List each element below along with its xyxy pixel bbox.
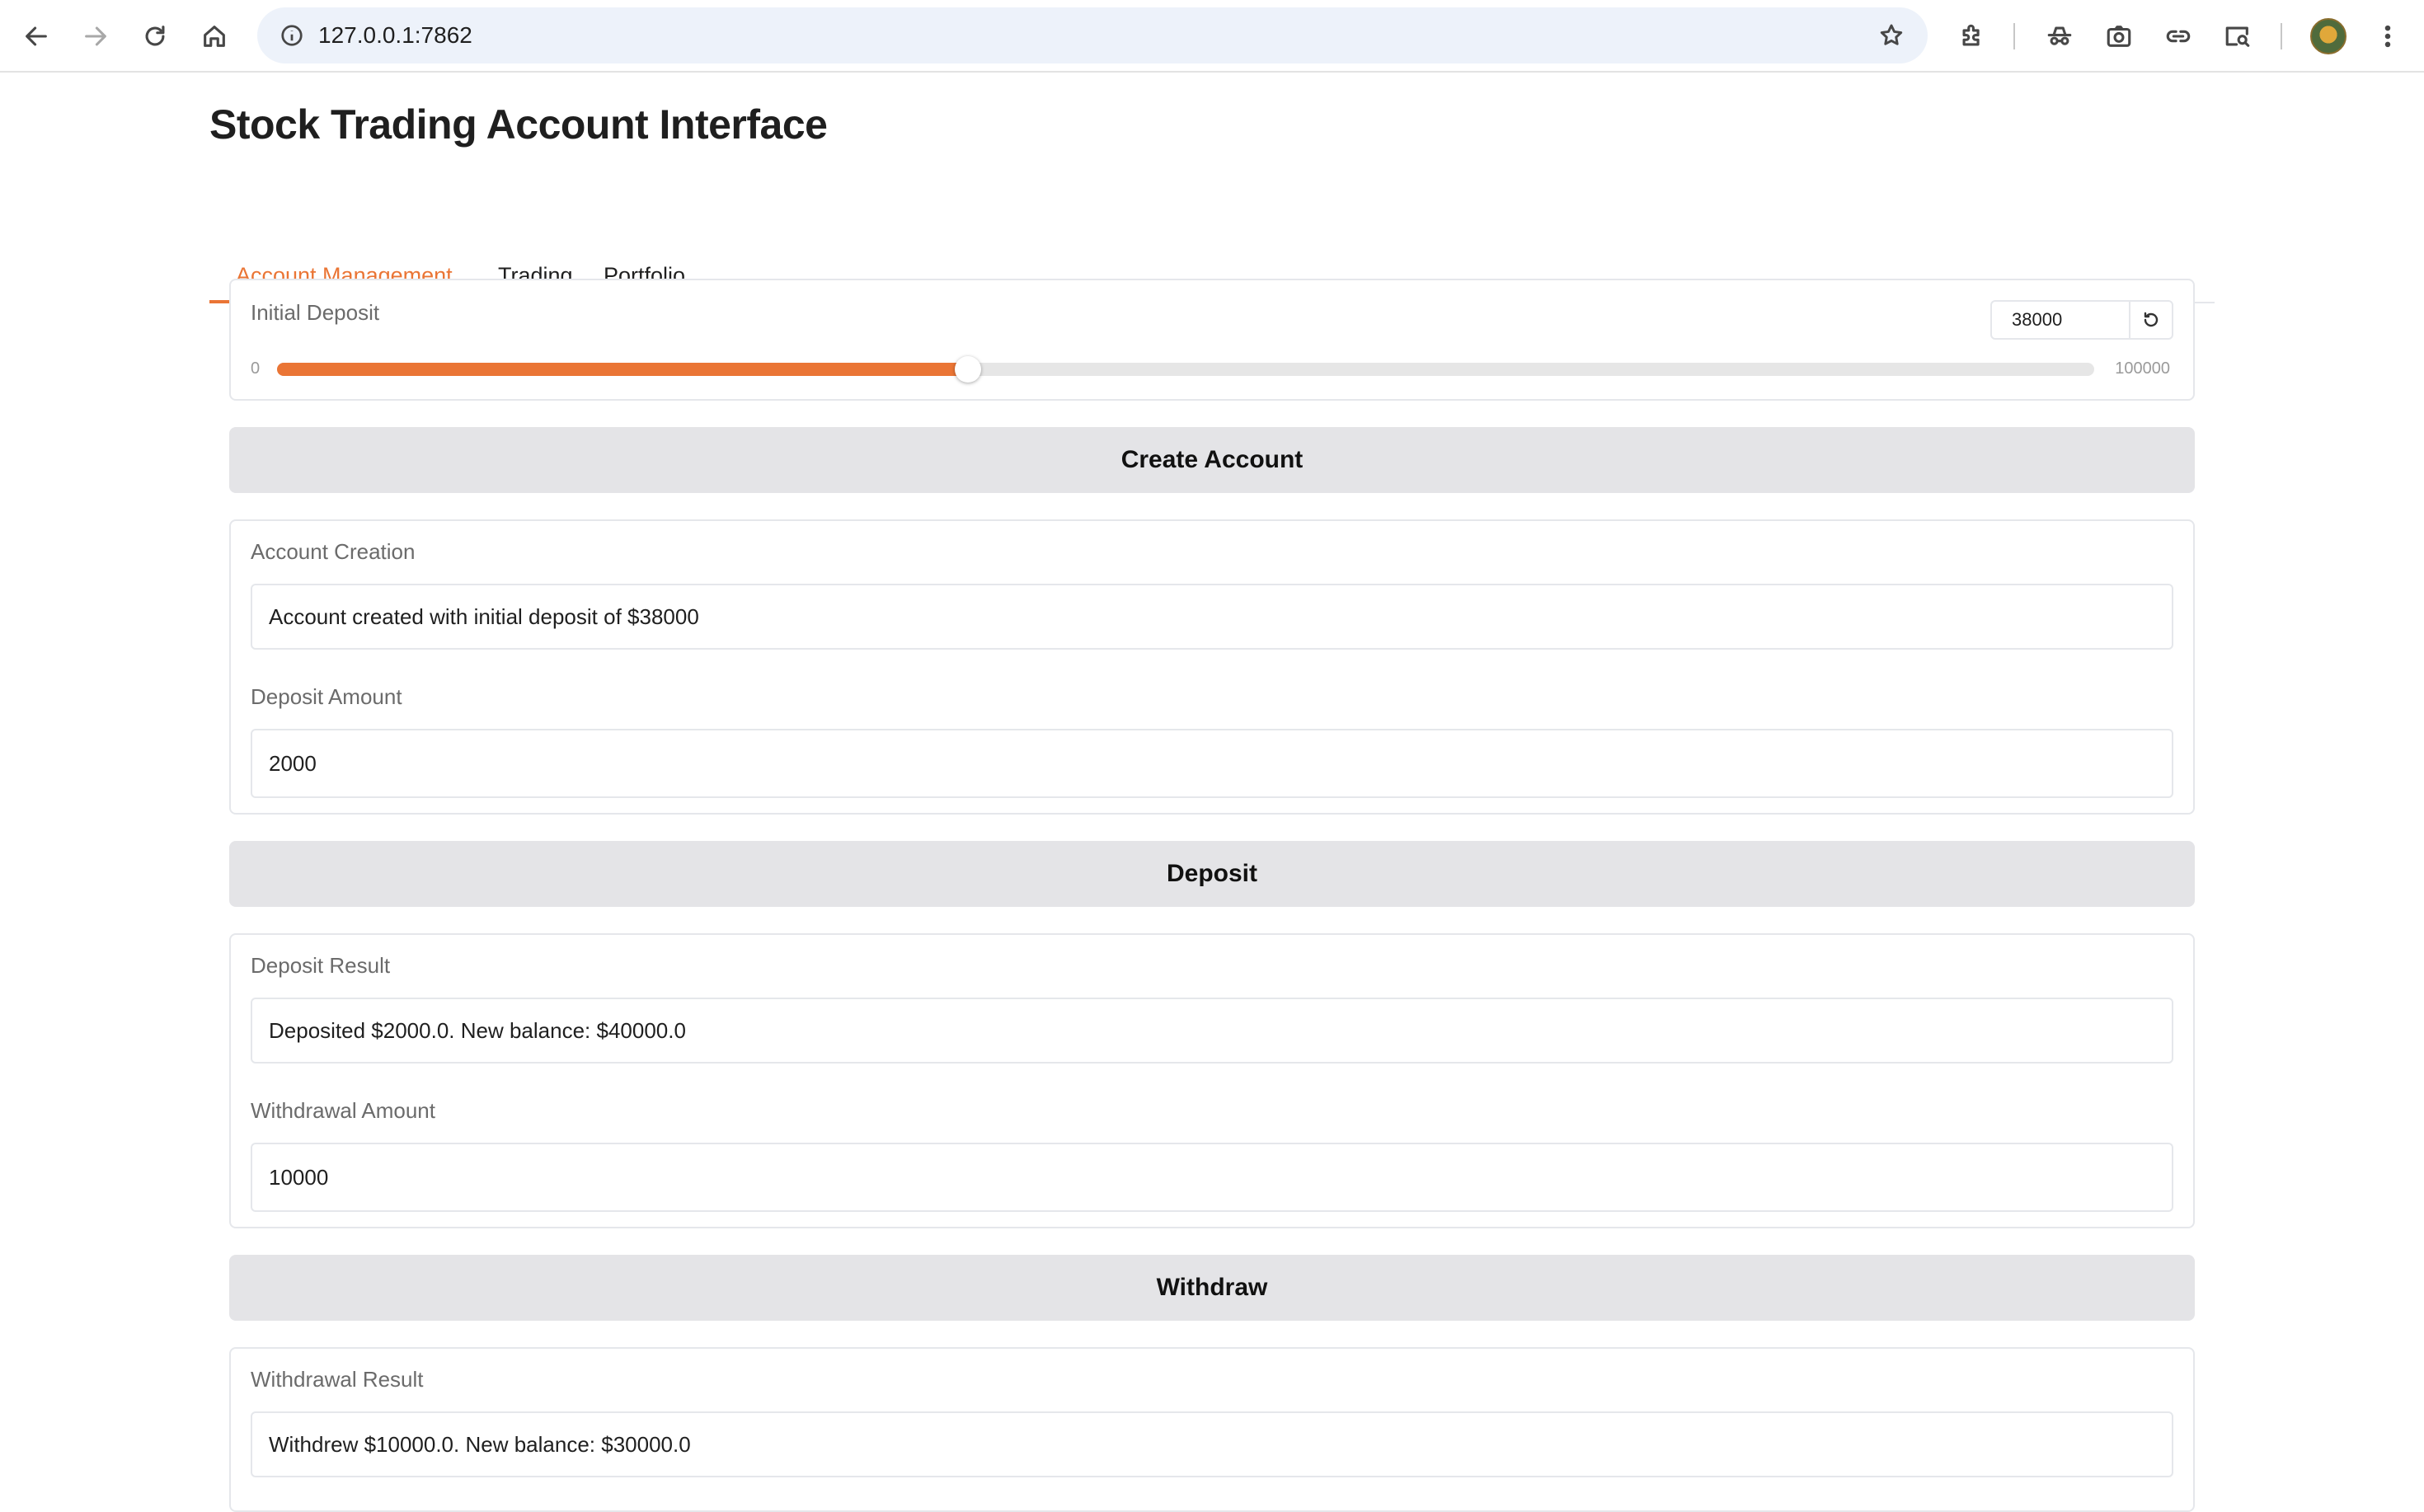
address-bar[interactable]: 127.0.0.1:7862: [257, 7, 1928, 63]
menu-icon[interactable]: [2368, 16, 2408, 56]
link-icon[interactable]: [2159, 16, 2198, 56]
deposit-result-label: Deposit Result: [251, 953, 391, 978]
account-creation-block: Account Creation Account created with in…: [229, 519, 2195, 815]
account-creation-output: Account created with initial deposit of …: [251, 584, 2173, 650]
initial-deposit-number-input[interactable]: 38000: [1990, 300, 2173, 340]
toolbar-separator: [2013, 23, 2015, 49]
back-icon[interactable]: [16, 16, 56, 56]
deposit-result-output: Deposited $2000.0. New balance: $40000.0: [251, 998, 2173, 1064]
withdrawal-result-label: Withdrawal Result: [251, 1367, 424, 1392]
withdrawal-result-output: Withdrew $10000.0. New balance: $30000.0: [251, 1411, 2173, 1477]
slider-fill: [277, 363, 968, 376]
home-icon[interactable]: [195, 16, 234, 56]
reload-icon[interactable]: [135, 16, 175, 56]
screenshot-icon[interactable]: [2099, 16, 2139, 56]
deposit-amount-input[interactable]: 2000: [251, 729, 2173, 798]
deposit-amount-label: Deposit Amount: [251, 684, 402, 709]
slider-min-label: 0: [251, 359, 261, 378]
slider-max-label: 100000: [2115, 359, 2170, 378]
profile-avatar[interactable]: [2310, 18, 2346, 54]
create-account-button[interactable]: Create Account: [229, 427, 2195, 493]
deposit-result-block: Deposit Result Deposited $2000.0. New ba…: [229, 933, 2195, 1228]
page-title: Stock Trading Account Interface: [209, 101, 828, 148]
account-creation-label: Account Creation: [251, 539, 416, 564]
initial-deposit-block: Initial Deposit 38000 0 100000: [229, 279, 2195, 401]
extensions-icon[interactable]: [1952, 16, 1992, 56]
site-info-icon[interactable]: [272, 16, 312, 55]
incognito-icon[interactable]: [2040, 16, 2079, 56]
reset-icon[interactable]: [2129, 302, 2172, 338]
bookmark-star-icon[interactable]: [1872, 16, 1911, 55]
forward-icon[interactable]: [76, 16, 115, 56]
withdraw-button[interactable]: Withdraw: [229, 1255, 2195, 1321]
browser-toolbar: 127.0.0.1:7862: [0, 0, 2424, 73]
withdrawal-result-block: Withdrawal Result Withdrew $10000.0. New…: [229, 1347, 2195, 1512]
withdrawal-amount-label: Withdrawal Amount: [251, 1098, 435, 1123]
toolbar-separator: [2281, 23, 2282, 49]
slider-thumb[interactable]: [954, 356, 981, 383]
withdrawal-amount-input[interactable]: 10000: [251, 1143, 2173, 1212]
url-text[interactable]: 127.0.0.1:7862: [318, 7, 472, 63]
initial-deposit-label: Initial Deposit: [251, 300, 380, 325]
initial-deposit-slider[interactable]: [277, 356, 2094, 383]
deposit-button[interactable]: Deposit: [229, 841, 2195, 907]
initial-deposit-value[interactable]: 38000: [1992, 302, 2129, 338]
tab-search-icon[interactable]: [2218, 16, 2257, 56]
